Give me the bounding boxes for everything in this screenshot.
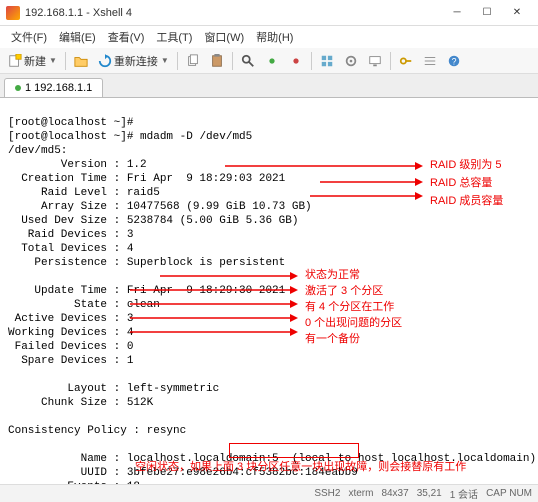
menu-view[interactable]: 查看(V): [103, 27, 150, 47]
output-line: Events : 18: [8, 481, 140, 484]
search-icon: [241, 54, 255, 68]
output-line: Update Time : Fri Apr 9 18:29:30 2021: [8, 285, 285, 297]
output-line: Version : 1.2: [8, 159, 147, 171]
prompt: [root@localhost ~]#: [8, 117, 140, 129]
output-line: Used Dev Size : 5238784 (5.00 GiB 5.36 G…: [8, 215, 298, 227]
annotation-arrow: [160, 268, 300, 284]
annotation-arrow: [320, 174, 425, 190]
annotation: 空闲状态，如果上面 3 块分区任意一块出现故障，则会接替原有工作: [135, 460, 466, 474]
output-line: Creation Time : Fri Apr 9 18:29:03 2021: [8, 173, 285, 185]
menu-file[interactable]: 文件(F): [6, 27, 52, 47]
tb-help[interactable]: ?: [443, 52, 465, 70]
tab-status-dot: [15, 85, 21, 91]
annotation: 有 4 个分区在工作: [305, 300, 394, 314]
help-icon: ?: [447, 54, 461, 68]
terminal[interactable]: [root@localhost ~]# [root@localhost ~]# …: [0, 98, 538, 484]
status-ssh: SSH2: [314, 488, 340, 499]
titlebar: 192.168.1.1 - Xshell 4 ─ ☐ ✕: [0, 0, 538, 26]
annotation-arrow: [130, 310, 300, 326]
tb-ex2[interactable]: [285, 52, 307, 70]
prompt: [root@localhost ~]#: [8, 131, 140, 143]
statusbar: SSH2 xterm 84x37 35,21 1 会话 CAP NUM: [0, 484, 538, 502]
tab-label: 1 192.168.1.1: [25, 82, 92, 94]
paste-icon: [210, 54, 224, 68]
output-line: State : clean: [8, 299, 166, 311]
menu-window[interactable]: 窗口(W): [199, 27, 249, 47]
tb-ex6[interactable]: [395, 52, 417, 70]
svg-text:?: ?: [451, 56, 456, 66]
annotation-arrow: [225, 158, 425, 174]
app-icon: [6, 6, 20, 20]
dot-icon: [265, 54, 279, 68]
session-tab[interactable]: 1 192.168.1.1: [4, 78, 103, 97]
folder-icon: [74, 54, 88, 68]
output-line: Failed Devices : 0: [8, 341, 133, 353]
grid-icon: [320, 54, 334, 68]
status-misc: CAP NUM: [486, 488, 532, 499]
output-line: Spare Devices : 1: [8, 355, 133, 367]
menu-tools[interactable]: 工具(T): [151, 27, 197, 47]
output-line: Raid Devices : 3: [8, 229, 133, 241]
toolbar-sep-2: [177, 52, 178, 70]
annotation-arrow: [130, 324, 300, 340]
maximize-button[interactable]: ☐: [472, 3, 502, 23]
window-controls: ─ ☐ ✕: [442, 3, 532, 23]
output-line: Array Size : 10477568 (9.99 GiB 10.73 GB…: [8, 201, 312, 213]
annotation: 有一个备份: [305, 332, 360, 346]
copy-icon: [186, 54, 200, 68]
annotation: 激活了 3 个分区: [305, 284, 383, 298]
tb-paste[interactable]: [206, 52, 228, 70]
toolbar-sep-3: [232, 52, 233, 70]
dot-icon-2: [289, 54, 303, 68]
command: mdadm -D /dev/md5: [140, 131, 252, 143]
annotation-arrow: [310, 188, 425, 204]
minimize-button[interactable]: ─: [442, 3, 472, 23]
menu-edit[interactable]: 编辑(E): [54, 27, 101, 47]
annotation: 0 个出现问题的分区: [305, 316, 402, 330]
output-line: Persistence : Superblock is persistent: [8, 257, 285, 269]
annotation-box: [229, 443, 359, 458]
open-button[interactable]: [70, 52, 92, 70]
status-term: xterm: [348, 488, 373, 499]
output-line: Consistency Policy : resync: [8, 425, 186, 437]
tb-ex5[interactable]: [364, 52, 386, 70]
tb-ex4[interactable]: [340, 52, 362, 70]
tb-find[interactable]: [237, 52, 259, 70]
status-session: 1 会话: [450, 486, 478, 501]
window-title: 192.168.1.1 - Xshell 4: [25, 7, 442, 19]
new-icon: [8, 54, 22, 68]
menubar: 文件(F) 编辑(E) 查看(V) 工具(T) 窗口(W) 帮助(H): [0, 26, 538, 48]
output-line: Working Devices : 4: [8, 327, 133, 339]
toolbar: 新建▼ 重新连接▼ ?: [0, 48, 538, 74]
tb-ex7[interactable]: [419, 52, 441, 70]
tb-ex1[interactable]: [261, 52, 283, 70]
output-line: Raid Level : raid5: [8, 187, 160, 199]
screen-icon: [368, 54, 382, 68]
output-line: Total Devices : 4: [8, 243, 133, 255]
output-line: Layout : left-symmetric: [8, 383, 219, 395]
new-button[interactable]: 新建▼: [4, 51, 61, 71]
annotation: 状态为正常: [305, 268, 360, 282]
status-size: 84x37: [381, 488, 408, 499]
output-line: Active Devices : 3: [8, 313, 133, 325]
close-button[interactable]: ✕: [502, 3, 532, 23]
gear-icon: [344, 54, 358, 68]
annotation: RAID 总容量: [430, 176, 492, 190]
status-pos: 35,21: [417, 488, 442, 499]
list-icon: [423, 54, 437, 68]
output-line: /dev/md5:: [8, 145, 67, 157]
toolbar-sep: [65, 52, 66, 70]
tabbar: 1 192.168.1.1: [0, 74, 538, 98]
key-icon: [399, 54, 413, 68]
tb-ex3[interactable]: [316, 52, 338, 70]
menu-help[interactable]: 帮助(H): [251, 27, 298, 47]
reconnect-icon: [98, 54, 112, 68]
toolbar-sep-4: [311, 52, 312, 70]
toolbar-sep-5: [390, 52, 391, 70]
tb-copy[interactable]: [182, 52, 204, 70]
annotation: RAID 级别为 5: [430, 158, 502, 172]
output-line: Chunk Size : 512K: [8, 397, 153, 409]
reconnect-button[interactable]: 重新连接▼: [94, 51, 173, 71]
annotation: RAID 成员容量: [430, 194, 503, 208]
